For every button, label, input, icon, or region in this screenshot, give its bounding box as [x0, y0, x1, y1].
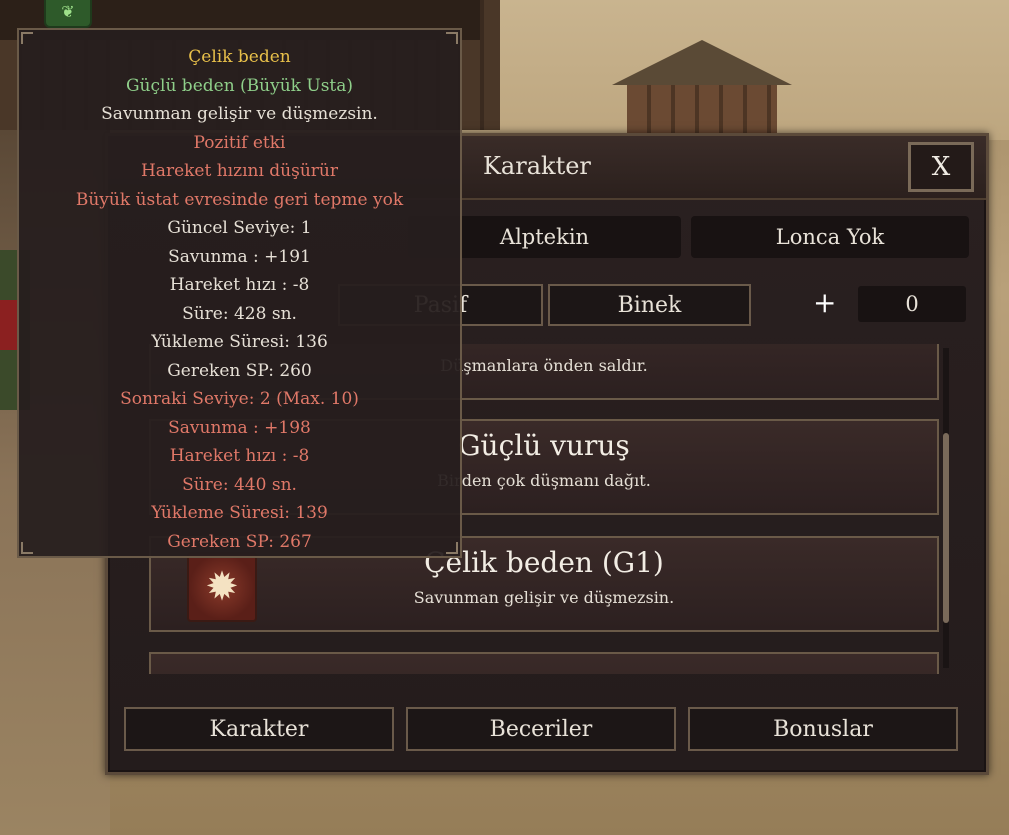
close-button[interactable]: X — [908, 142, 974, 192]
tooltip-stat: Hareket hızı : -8 — [169, 446, 310, 466]
tooltip-next-level: Sonraki Seviye: 2 (Max. 10) — [120, 389, 359, 409]
karakter-button[interactable]: Karakter — [124, 707, 394, 751]
tooltip-effect-type: Pozitif etki — [193, 132, 286, 153]
tooltip-title: Çelik beden — [188, 47, 291, 67]
corner-ornament — [21, 32, 33, 44]
corner-ornament — [446, 542, 458, 554]
beceriler-button[interactable]: Beceriler — [406, 707, 676, 751]
background-hut — [612, 40, 792, 135]
tooltip-effect: Hareket hızını düşürür — [140, 161, 339, 181]
tooltip-stat: Yükleme Süresi: 136 — [151, 332, 328, 352]
skill-row[interactable] — [149, 652, 939, 674]
tooltip-stat: Savunma : +198 — [168, 417, 311, 438]
add-points-icon[interactable]: + — [813, 286, 836, 319]
skill-points-value: 0 — [858, 286, 966, 322]
tooltip-effect: Büyük üstat evresinde geri tepme yok — [75, 189, 404, 210]
corner-ornament — [446, 32, 458, 44]
guild-name: Lonca Yok — [691, 216, 969, 258]
hut-body — [627, 85, 777, 135]
tooltip-rank: Güçlü beden (Büyük Usta) — [125, 75, 354, 96]
tooltip-stat: Gereken SP: 260 — [167, 360, 312, 381]
window-title: Karakter — [483, 152, 591, 180]
tooltip-stat: Süre: 428 sn. — [182, 303, 297, 324]
skill-tooltip: Çelik beden Güçlü beden (Büyük Usta) Sav… — [17, 28, 462, 558]
scrollbar-thumb[interactable] — [943, 433, 949, 623]
skill-list-scrollbar[interactable] — [943, 348, 949, 668]
tooltip-stat: Savunma : +191 — [168, 246, 311, 267]
tooltip-stat: Hareket hızı : -8 — [169, 275, 310, 295]
active-skill-badge[interactable]: ❦ — [44, 0, 92, 28]
tab-binek[interactable]: Binek — [548, 284, 751, 326]
tooltip-stat: Gereken SP: 267 — [167, 531, 312, 552]
dragon-icon: ❦ — [61, 2, 75, 21]
bonuslar-button[interactable]: Bonuslar — [688, 707, 958, 751]
tooltip-stat: Yükleme Süresi: 139 — [151, 503, 328, 523]
tooltip-current-level: Güncel Seviye: 1 — [167, 218, 312, 238]
skill-description: Savunman gelişir ve düşmezsin. — [413, 588, 675, 607]
tooltip-description: Savunman gelişir ve düşmezsin. — [101, 104, 378, 124]
tooltip-stat: Süre: 440 sn. — [182, 474, 297, 495]
corner-ornament — [21, 542, 33, 554]
hut-roof — [612, 40, 792, 85]
